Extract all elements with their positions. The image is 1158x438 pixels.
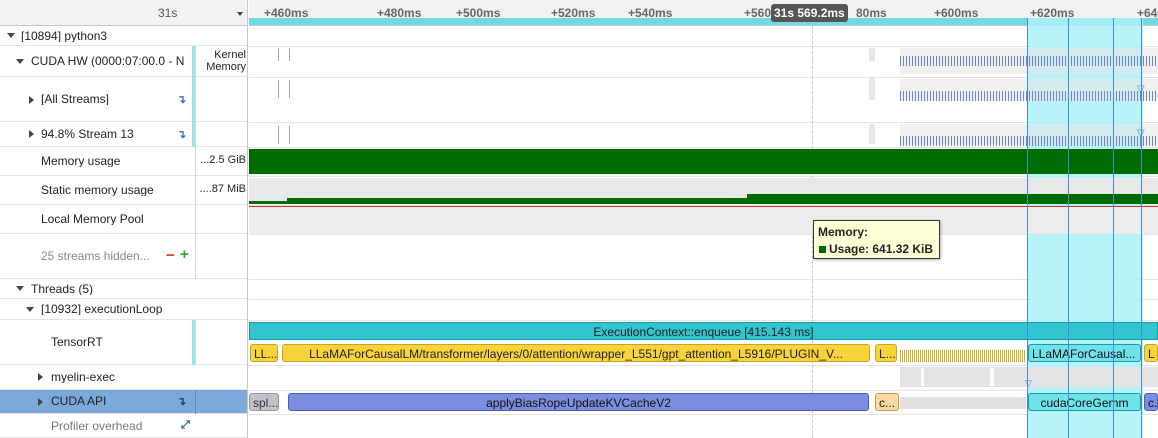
local-memory-pool-line <box>249 206 1158 207</box>
stream13-label: 94.8% Stream 13 <box>41 128 134 140</box>
tree-item-all-streams[interactable]: [All Streams] ↴ <box>0 77 247 122</box>
collapse-icon[interactable] <box>7 33 15 38</box>
tensorrt-slice[interactable]: LLaMAForCausal... <box>1028 344 1141 362</box>
usage-legend-icon <box>819 246 826 253</box>
enqueue-slice[interactable]: ExecutionContext::enqueue [415.143 ms] <box>249 322 1158 340</box>
tree-panel: 31s [10894] python3 CUDA HW (0000:07:00.… <box>0 0 248 438</box>
tree-item-myelin-exec[interactable]: myelin-exec <box>0 365 247 390</box>
selection-edge[interactable] <box>1113 18 1114 438</box>
link-arrow-icon[interactable]: ↴ <box>177 395 186 408</box>
tree-item-stream13[interactable]: 94.8% Stream 13 ↴ <box>0 122 247 147</box>
threads-label: Threads (5) <box>31 283 94 295</box>
cuda-api-slice[interactable]: c... <box>1144 393 1158 411</box>
kernel-tick <box>278 126 279 144</box>
selection-edge[interactable] <box>1027 18 1028 438</box>
static-memory-graph[interactable] <box>249 193 1158 204</box>
link-arrow-icon[interactable]: ↴ <box>177 93 186 106</box>
ruler-tick: +560 <box>744 6 772 20</box>
cuda-api-label: CUDA API <box>51 395 107 407</box>
cuda-api-slice[interactable]: cudaCoreGemm <box>1028 393 1141 411</box>
kernel-gap <box>869 78 875 100</box>
tree-item-tensorrt[interactable]: TensorRT <box>0 320 247 365</box>
expand-arrows-icon[interactable]: ⤢ <box>181 419 190 432</box>
tooltip-title: Memory: <box>818 225 869 239</box>
cuda-api-activity <box>900 397 1026 409</box>
tensorrt-slice[interactable]: L... <box>875 344 897 362</box>
cuda-api-slice[interactable]: c... <box>875 393 899 411</box>
myelin-gap <box>990 368 994 386</box>
chevron-down-icon[interactable] <box>237 12 243 16</box>
all-streams-label: [All Streams] <box>41 93 110 105</box>
tree-item-static-memory[interactable]: Static memory usage ....87 MiB <box>0 176 247 205</box>
kernel-activity <box>900 56 1158 66</box>
expand-streams-button[interactable]: + <box>180 247 189 262</box>
memory-usage-label: Memory usage <box>41 155 121 167</box>
ruler-tick: +500ms <box>456 6 501 20</box>
tensorrt-slice[interactable]: LLaMAForCausalLM/transformer/layers/0/at… <box>282 344 870 362</box>
tensorrt-label: TensorRT <box>51 336 103 348</box>
link-arrow-icon[interactable]: ↴ <box>177 128 186 141</box>
expand-icon[interactable] <box>38 373 43 381</box>
cuda-api-slice[interactable]: spl... <box>249 393 279 411</box>
ruler-tick: +600ms <box>934 6 979 20</box>
execution-loop-label: [10932] executionLoop <box>41 303 163 315</box>
memory-usage-value: ...2.5 GiB <box>200 154 246 166</box>
static-memory-label: Static memory usage <box>41 184 154 196</box>
tree-item-profiler-overhead[interactable]: Profiler overhead ⤢ <box>0 414 247 438</box>
tree-item-streams-hidden[interactable]: 25 streams hidden... − + <box>0 234 247 279</box>
kernel-gap <box>869 124 875 144</box>
tree-item-cuda-api[interactable]: CUDA API ↴ <box>0 390 247 414</box>
tree-item-cuda-hw[interactable]: CUDA HW (0000:07:00.0 - N Kernel Memory <box>0 46 247 77</box>
kernel-gap <box>869 48 875 61</box>
kernel-tick <box>278 48 279 61</box>
collapse-streams-button[interactable]: − <box>166 248 175 263</box>
kernel-tick <box>278 80 279 98</box>
tree-header: 31s <box>0 0 247 26</box>
expand-icon[interactable] <box>38 398 43 406</box>
stream-activity <box>900 91 1158 101</box>
memory-tooltip: Memory: Usage: 641.32 KiB <box>813 220 940 259</box>
expand-icon[interactable] <box>29 96 34 104</box>
ruler-tick: +520ms <box>551 6 596 20</box>
kernel-memory-label: Kernel Memory <box>206 49 246 73</box>
cursor-time-label: 31s 569.2ms <box>771 4 848 22</box>
collapse-icon[interactable] <box>16 286 24 291</box>
local-memory-pool-label: Local Memory Pool <box>41 213 144 225</box>
tensorrt-activity <box>900 350 1026 362</box>
cuda-api-slice[interactable]: applyBiasRopeUpdateKVCacheV2 <box>288 393 869 411</box>
ruler-tick: +480ms <box>377 6 422 20</box>
tree-item-process[interactable]: [10894] python3 <box>0 26 247 46</box>
tree-item-execution-loop[interactable]: [10932] executionLoop <box>0 299 247 320</box>
cuda-hw-label: CUDA HW (0000:07:00.0 - N <box>31 55 185 67</box>
streams-hidden-label: 25 streams hidden... <box>41 250 150 262</box>
stream13-activity <box>900 136 1158 146</box>
kernel-tick <box>289 126 290 144</box>
selection-edge[interactable] <box>1141 18 1142 438</box>
ruler-tick: +540ms <box>628 6 673 20</box>
myelin-gap <box>921 368 924 386</box>
collapse-icon[interactable] <box>26 307 34 312</box>
tree-item-local-memory-pool[interactable]: Local Memory Pool <box>0 205 247 234</box>
timeline-area[interactable]: +460ms +480ms +500ms +520ms +540ms +560 … <box>249 0 1158 438</box>
tree-item-memory-usage[interactable]: Memory usage ...2.5 GiB <box>0 147 247 176</box>
tooltip-usage: Usage: 641.32 KiB <box>829 242 934 256</box>
selection-edge[interactable] <box>1068 18 1069 438</box>
kernel-tick <box>289 48 290 61</box>
static-memory-value: ....87 MiB <box>199 183 246 195</box>
ruler-tick: 80ms <box>856 6 887 20</box>
expand-icon[interactable] <box>29 130 34 138</box>
myelin-exec-label: myelin-exec <box>51 371 116 383</box>
time-ruler[interactable]: +460ms +480ms +500ms +520ms +540ms +560 … <box>249 0 1158 26</box>
tensorrt-slice[interactable]: L <box>1144 344 1158 362</box>
kernel-tick <box>289 80 290 98</box>
ruler-tick: +460ms <box>264 6 309 20</box>
memory-usage-graph[interactable] <box>249 149 1158 174</box>
process-label: [10894] python3 <box>21 30 108 42</box>
tensorrt-slice[interactable]: LL... <box>250 344 278 362</box>
profiler-overhead-label: Profiler overhead <box>51 420 143 432</box>
tree-item-threads[interactable]: Threads (5) <box>0 279 247 299</box>
time-prefix: 31s <box>158 7 178 19</box>
local-memory-pool-bg <box>249 206 1158 234</box>
collapse-icon[interactable] <box>16 59 24 64</box>
